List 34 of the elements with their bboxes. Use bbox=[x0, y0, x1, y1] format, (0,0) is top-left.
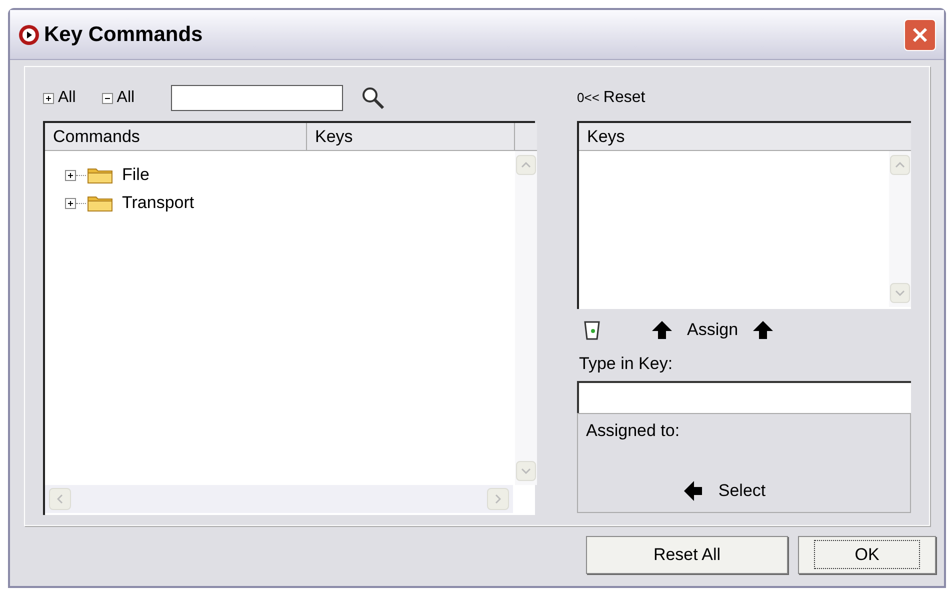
expand-icon[interactable] bbox=[65, 198, 76, 208]
expand-icon[interactable] bbox=[43, 92, 54, 104]
tree-item[interactable]: Transport bbox=[122, 190, 194, 216]
reset-button[interactable]: 0<< Reset bbox=[577, 81, 911, 115]
chevron-up-icon bbox=[895, 162, 905, 168]
dialog-button[interactable]: Reset All bbox=[586, 536, 788, 574]
chevron-right-icon bbox=[495, 494, 501, 504]
chevron-down-icon bbox=[521, 468, 531, 474]
type-in-key-label: Type in Key: bbox=[579, 353, 674, 375]
search-field[interactable] bbox=[170, 85, 343, 111]
app-logo-icon bbox=[18, 24, 40, 46]
expand-icon[interactable] bbox=[65, 170, 76, 180]
collapse-icon[interactable] bbox=[102, 92, 113, 104]
chevron-left-icon bbox=[57, 494, 63, 504]
up-arrow-icon bbox=[752, 319, 774, 341]
assigned-to-label: Assigned to: bbox=[586, 420, 681, 442]
key-input-field[interactable] bbox=[577, 380, 911, 412]
trash-icon[interactable] bbox=[583, 319, 601, 341]
column-header[interactable]: Keys bbox=[579, 123, 911, 151]
expand-all-button[interactable]: All bbox=[43, 86, 76, 110]
close-icon bbox=[911, 26, 929, 44]
column-header[interactable]: Commands bbox=[45, 123, 307, 150]
chevron-up-icon bbox=[521, 162, 531, 168]
dialog-button[interactable]: OK bbox=[798, 536, 936, 574]
collapse-all-button[interactable]: All bbox=[102, 86, 135, 110]
search-icon[interactable] bbox=[360, 86, 387, 110]
chevron-down-icon bbox=[895, 290, 905, 296]
left-arrow-icon bbox=[682, 480, 704, 502]
window-title: Key Commands bbox=[44, 22, 203, 48]
select-button[interactable]: Select bbox=[718, 478, 766, 504]
assign-button[interactable]: Assign bbox=[687, 317, 738, 343]
up-arrow-icon bbox=[651, 319, 673, 341]
close-button[interactable] bbox=[904, 18, 936, 50]
tree-item[interactable]: File bbox=[122, 162, 150, 188]
